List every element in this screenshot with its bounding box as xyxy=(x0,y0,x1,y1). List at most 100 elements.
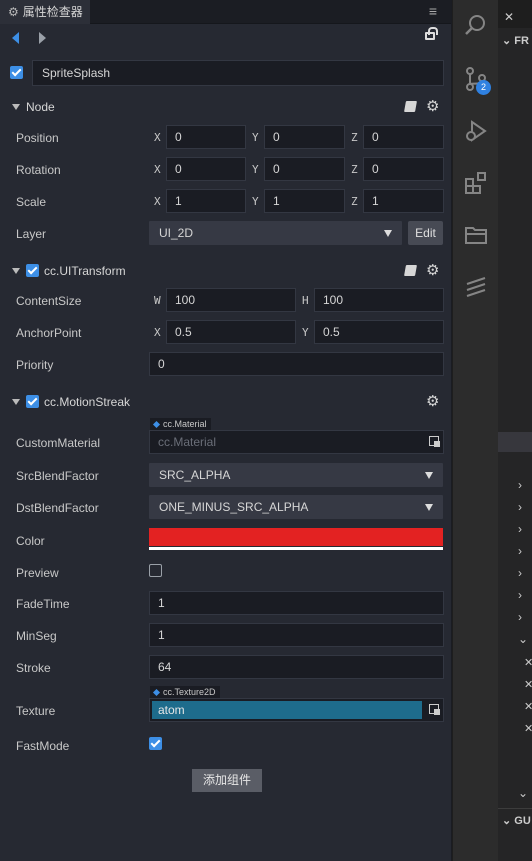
preview-label: Preview xyxy=(16,566,59,580)
chevron-right-icon[interactable]: › xyxy=(518,500,522,514)
custom-material-asset-field[interactable]: cc.Material cc.Material xyxy=(149,418,444,454)
position-row: Position X 0 Y 0 Z 0 xyxy=(0,125,452,151)
rotation-z-input[interactable]: 0 xyxy=(363,157,444,181)
asset-type-tag: cc.Material xyxy=(150,418,211,430)
min-seg-input[interactable]: 1 xyxy=(149,623,444,647)
axis-z-label: Z xyxy=(351,131,358,144)
debug-icon[interactable] xyxy=(463,118,489,144)
collapse-caret-icon[interactable] xyxy=(12,104,20,110)
chevron-right-icon[interactable]: › xyxy=(518,478,522,492)
anchor-y-input[interactable]: 0.5 xyxy=(314,320,444,344)
back-arrow-icon[interactable] xyxy=(12,32,19,44)
asset-picker-icon[interactable] xyxy=(429,704,440,715)
chevron-right-icon[interactable]: › xyxy=(518,610,522,624)
layer-label: Layer xyxy=(16,227,47,241)
chevron-down-icon[interactable]: ⌄ xyxy=(518,786,528,800)
preview-checkbox[interactable] xyxy=(149,564,162,577)
node-active-checkbox[interactable] xyxy=(10,66,23,79)
src-blend-row: SrcBlendFactor SRC_ALPHA xyxy=(0,463,452,489)
axis-x-label: X xyxy=(154,195,161,208)
nav-row xyxy=(0,24,451,54)
lock-icon[interactable] xyxy=(425,27,438,40)
content-size-w-input[interactable]: 100 xyxy=(166,288,296,312)
layer-edit-button[interactable]: Edit xyxy=(408,221,443,245)
search-icon[interactable] xyxy=(463,12,489,38)
texture-asset-field[interactable]: cc.Texture2D atom xyxy=(149,686,444,722)
stroke-label: Stroke xyxy=(16,661,51,675)
settings-gear-icon[interactable]: ⚙ xyxy=(426,392,439,410)
dropdown-arrow-icon xyxy=(425,504,433,511)
motionstreak-enabled-checkbox[interactable] xyxy=(26,395,39,408)
stroke-input[interactable]: 64 xyxy=(149,655,444,679)
tab-title: 属性检查器 xyxy=(22,5,83,19)
scale-z-input[interactable]: 1 xyxy=(363,189,444,213)
layer-value: UI_2D xyxy=(159,226,194,240)
chevron-right-icon[interactable]: › xyxy=(518,522,522,536)
help-book-icon[interactable] xyxy=(404,265,417,276)
dst-blend-select[interactable]: ONE_MINUS_SRC_ALPHA xyxy=(149,495,443,519)
chevron-down-icon[interactable]: ⌄ xyxy=(518,632,528,646)
layer-row: Layer UI_2D Edit xyxy=(0,221,452,247)
axis-z-label: Z xyxy=(351,163,358,176)
explorer-section-title: FR xyxy=(514,35,529,47)
rotation-x-input[interactable]: 0 xyxy=(166,157,246,181)
extensions-icon[interactable] xyxy=(463,170,489,196)
node-section-header[interactable]: Node ⚙ xyxy=(0,94,452,120)
settings-gear-icon[interactable]: ⚙ xyxy=(426,261,439,279)
position-y-input[interactable]: 0 xyxy=(264,125,345,149)
color-swatch[interactable] xyxy=(149,528,443,550)
help-book-icon[interactable] xyxy=(404,101,417,112)
content-size-h-input[interactable]: 100 xyxy=(314,288,444,312)
settings-gear-icon[interactable]: ⚙ xyxy=(426,97,439,115)
uitransform-enabled-checkbox[interactable] xyxy=(26,264,39,277)
close-icon[interactable]: ✕ xyxy=(524,700,532,713)
position-x-input[interactable]: 0 xyxy=(166,125,246,149)
section-title: cc.MotionStreak xyxy=(44,395,131,409)
collapse-caret-icon[interactable] xyxy=(12,268,20,274)
uitransform-section-header[interactable]: cc.UITransform ⚙ xyxy=(0,258,452,284)
explorer-selected-row[interactable] xyxy=(498,432,532,452)
node-name-input[interactable]: SpriteSplash xyxy=(32,60,444,86)
priority-input[interactable]: 0 xyxy=(149,352,444,376)
add-component-button[interactable]: 添加组件 xyxy=(192,769,262,792)
position-z-input[interactable]: 0 xyxy=(363,125,444,149)
scale-label: Scale xyxy=(16,195,47,209)
close-icon[interactable]: ✕ xyxy=(524,722,532,735)
anchor-x-input[interactable]: 0.5 xyxy=(166,320,296,344)
menu-icon[interactable]: ≡ xyxy=(429,3,437,19)
asset-picker-icon[interactable] xyxy=(429,436,440,447)
fade-time-input[interactable]: 1 xyxy=(149,591,444,615)
explorer-section-header[interactable]: ⌄ FR xyxy=(498,34,532,54)
cocos-icon[interactable] xyxy=(463,274,489,300)
chevron-right-icon[interactable]: › xyxy=(518,566,522,580)
color-row: Color xyxy=(0,528,452,554)
rotation-y-input[interactable]: 0 xyxy=(264,157,345,181)
min-seg-row: MinSeg 1 xyxy=(0,623,452,649)
scale-y-input[interactable]: 1 xyxy=(264,189,345,213)
scale-x-input[interactable]: 1 xyxy=(166,189,246,213)
collapse-caret-icon[interactable] xyxy=(12,399,20,405)
asset-type-tag: cc.Texture2D xyxy=(150,686,220,698)
axis-y-label: Y xyxy=(252,195,259,208)
forward-arrow-icon[interactable] xyxy=(39,32,46,44)
fast-mode-row: FastMode xyxy=(0,733,452,759)
fast-mode-checkbox[interactable] xyxy=(149,737,162,750)
tab-inspector[interactable]: ⚙ 属性检查器 xyxy=(0,0,90,24)
priority-label: Priority xyxy=(16,358,54,372)
explorer-tab-close[interactable]: ✕ xyxy=(498,10,532,28)
motionstreak-section-header[interactable]: cc.MotionStreak ⚙ xyxy=(0,389,452,415)
texture-value: atom xyxy=(158,703,185,717)
explorer-panel: ✕ ⌄ FR › › › › › › › ⌄ ✕ ✕ ✕ ✕ ⌄ ⌄ GU xyxy=(498,0,532,861)
layer-select[interactable]: UI_2D xyxy=(149,221,402,245)
close-icon[interactable]: ✕ xyxy=(524,678,532,691)
chevron-right-icon[interactable]: › xyxy=(518,544,522,558)
folder-icon[interactable] xyxy=(463,222,489,248)
close-icon[interactable]: ✕ xyxy=(524,656,532,669)
src-blend-select[interactable]: SRC_ALPHA xyxy=(149,463,443,487)
inspector-titlebar: ⚙ 属性检查器 ≡ xyxy=(0,0,451,24)
dst-blend-value: ONE_MINUS_SRC_ALPHA xyxy=(159,500,309,514)
axis-h-label: H xyxy=(302,294,309,307)
chevron-right-icon[interactable]: › xyxy=(518,588,522,602)
explorer-bottom-header[interactable]: ⌄ GU xyxy=(502,814,531,827)
asset-type-icon xyxy=(152,689,161,697)
